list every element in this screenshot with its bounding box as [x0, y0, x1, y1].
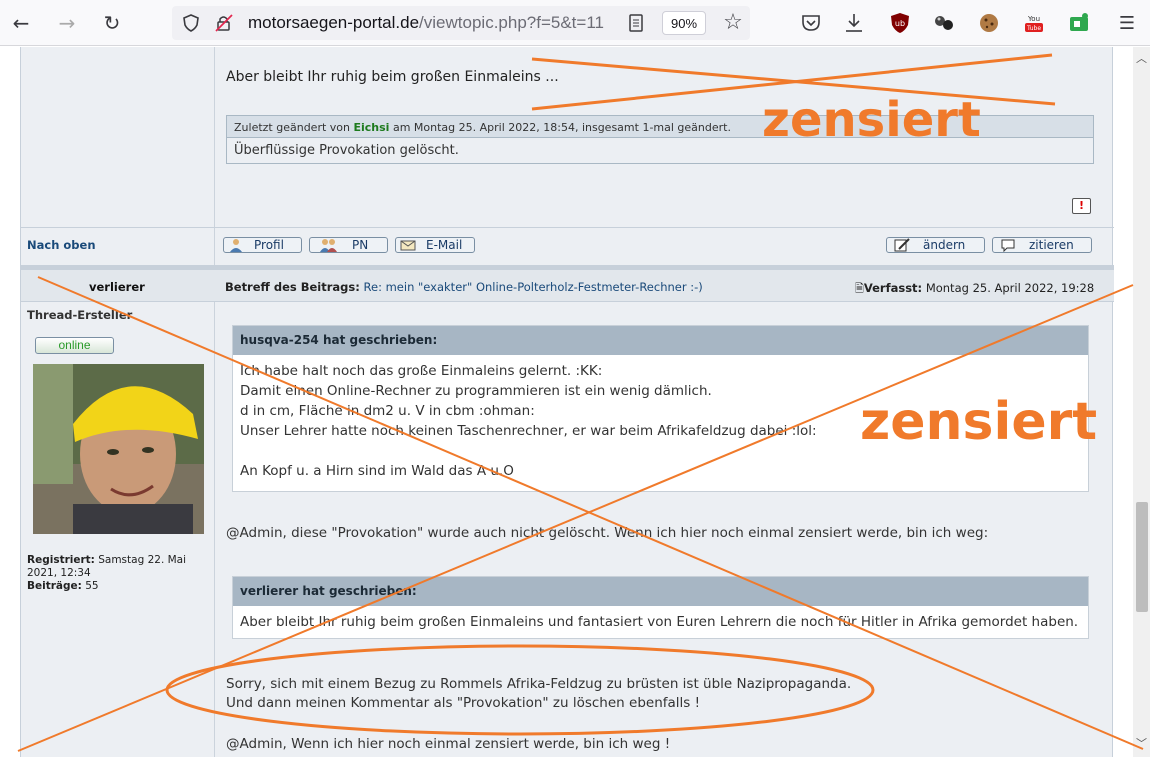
pn-button[interactable]: PN	[309, 237, 388, 253]
quote2-header: verlierer hat geschrieben:	[233, 577, 1088, 606]
back-icon[interactable]: ←	[6, 8, 36, 38]
aendern-button[interactable]: ändern	[886, 237, 985, 253]
divider	[21, 227, 1114, 228]
zoom-level[interactable]: 90%	[662, 11, 706, 35]
zitieren-button[interactable]: zitieren	[992, 237, 1092, 253]
admin-line-1: @Admin, diese "Provokation" wurde auch n…	[226, 525, 989, 541]
report-post-icon[interactable]: !	[1072, 198, 1091, 214]
user-icon	[230, 239, 242, 252]
email-button[interactable]: E-Mail	[395, 237, 475, 253]
quote1-line: Ich habe halt noch das große Einmaleins …	[240, 363, 603, 379]
svg-text:You: You	[1027, 15, 1040, 23]
reload-icon[interactable]: ↻	[97, 8, 127, 38]
scroll-up-icon[interactable]: ︿	[1135, 52, 1148, 65]
zensiert-stamp-2: zensiert	[860, 392, 1098, 452]
subject-line: Betreff des Beitrags: Re: mein "exakter"…	[225, 280, 703, 294]
scroll-thumb[interactable]	[1136, 502, 1148, 612]
sorry-line-1: Sorry, sich mit einem Bezug zu Rommels A…	[226, 676, 852, 692]
svg-text:ub: ub	[895, 19, 905, 28]
nach-oben-link[interactable]: Nach oben	[27, 238, 96, 252]
profil-button[interactable]: Profil	[223, 237, 302, 253]
svg-text:Tube: Tube	[1026, 25, 1041, 32]
registered-label: Registriert:	[27, 554, 95, 566]
ublock-icon[interactable]: ub	[889, 12, 911, 34]
mail-icon	[400, 240, 416, 251]
extension-balls-icon[interactable]	[933, 12, 955, 34]
forward-icon[interactable]: →	[52, 8, 82, 38]
browser-toolbar: ← → ↻ motorsaegen-portal.de/viewtopic.ph…	[0, 0, 1150, 46]
green-extension-icon[interactable]	[1068, 12, 1090, 34]
posted-info: 🗎Verfasst: Montag 25. April 2022, 19:28	[855, 280, 1094, 299]
url-path: /viewtopic.php?f=5&t=11	[419, 13, 604, 32]
aendern-label: ändern	[923, 238, 966, 252]
subject-link[interactable]: Re: mein "exakter" Online-Polterholz-Fes…	[364, 280, 703, 294]
registered-date: Samstag 22. Mai	[98, 554, 187, 566]
online-status-badge: online	[35, 337, 114, 354]
edit-icon	[894, 238, 910, 252]
post1-text: Aber bleibt Ihr ruhig beim großen Einmal…	[226, 69, 559, 85]
quote2-body: Aber bleibt Ihr ruhig beim großen Einmal…	[240, 614, 1079, 630]
url-domain: motorsaegen-portal.de	[248, 13, 420, 32]
shield-icon[interactable]	[182, 14, 200, 32]
author-name[interactable]: verlierer	[89, 280, 145, 294]
admin-line-2: @Admin, Wenn ich hier noch einmal zensie…	[226, 736, 671, 752]
user-registered: Registriert: Samstag 22. Mai 2021, 12:34…	[27, 554, 186, 593]
edit-suffix: am Montag 25. April 2022, 18:54, insgesa…	[392, 121, 731, 134]
posted-date: Montag 25. April 2022, 19:28	[925, 281, 1095, 295]
reader-view-icon[interactable]	[628, 14, 644, 32]
quote1-line: An Kopf u. a Hirn sind im Wald das A u.O	[240, 463, 514, 479]
profil-label: Profil	[254, 238, 284, 252]
edit-user-link[interactable]: Eichsi	[353, 121, 389, 134]
pocket-icon[interactable]	[800, 12, 822, 34]
user-rank: Thread-Ersteller	[27, 308, 133, 322]
scroll-down-icon[interactable]: ﹀	[1135, 737, 1148, 750]
youtube-icon[interactable]: You Tube	[1023, 12, 1045, 34]
post-doc-icon: 🗎	[855, 282, 864, 295]
sorry-line-2: Und dann meinen Kommentar als "Provokati…	[226, 695, 701, 711]
zitieren-label: zitieren	[1029, 238, 1074, 252]
users-icon	[320, 239, 337, 252]
user-avatar[interactable]	[33, 364, 204, 534]
address-bar[interactable]: motorsaegen-portal.de/viewtopic.php?f=5&…	[172, 6, 750, 40]
pn-label: PN	[352, 238, 369, 252]
bookmark-star-icon[interactable]: ☆	[718, 7, 748, 37]
posted-label: Verfasst:	[863, 281, 923, 295]
quote-icon	[1001, 239, 1015, 252]
cookie-icon[interactable]	[978, 12, 1000, 34]
url-text[interactable]: motorsaegen-portal.de/viewtopic.php?f=5&…	[248, 13, 628, 33]
posts-count: 55	[85, 580, 99, 592]
insecure-lock-icon[interactable]	[214, 13, 234, 33]
quote1-header: husqva-254 hat geschrieben:	[233, 326, 1088, 355]
download-icon[interactable]	[843, 12, 865, 34]
zensiert-stamp-1: zensiert	[762, 92, 981, 148]
edit-prefix: Zuletzt geändert von	[234, 121, 350, 134]
registered-time: 2021, 12:34	[27, 567, 91, 579]
page-scrollbar[interactable]: ︿ ﹀	[1133, 47, 1150, 757]
subject-label: Betreff des Beitrags:	[225, 280, 360, 294]
posts-label: Beiträge:	[27, 580, 82, 592]
email-label: E-Mail	[426, 238, 463, 252]
menu-icon[interactable]: ☰	[1112, 8, 1142, 38]
quote-block-2: verlierer hat geschrieben: Aber bleibt I…	[232, 576, 1089, 639]
